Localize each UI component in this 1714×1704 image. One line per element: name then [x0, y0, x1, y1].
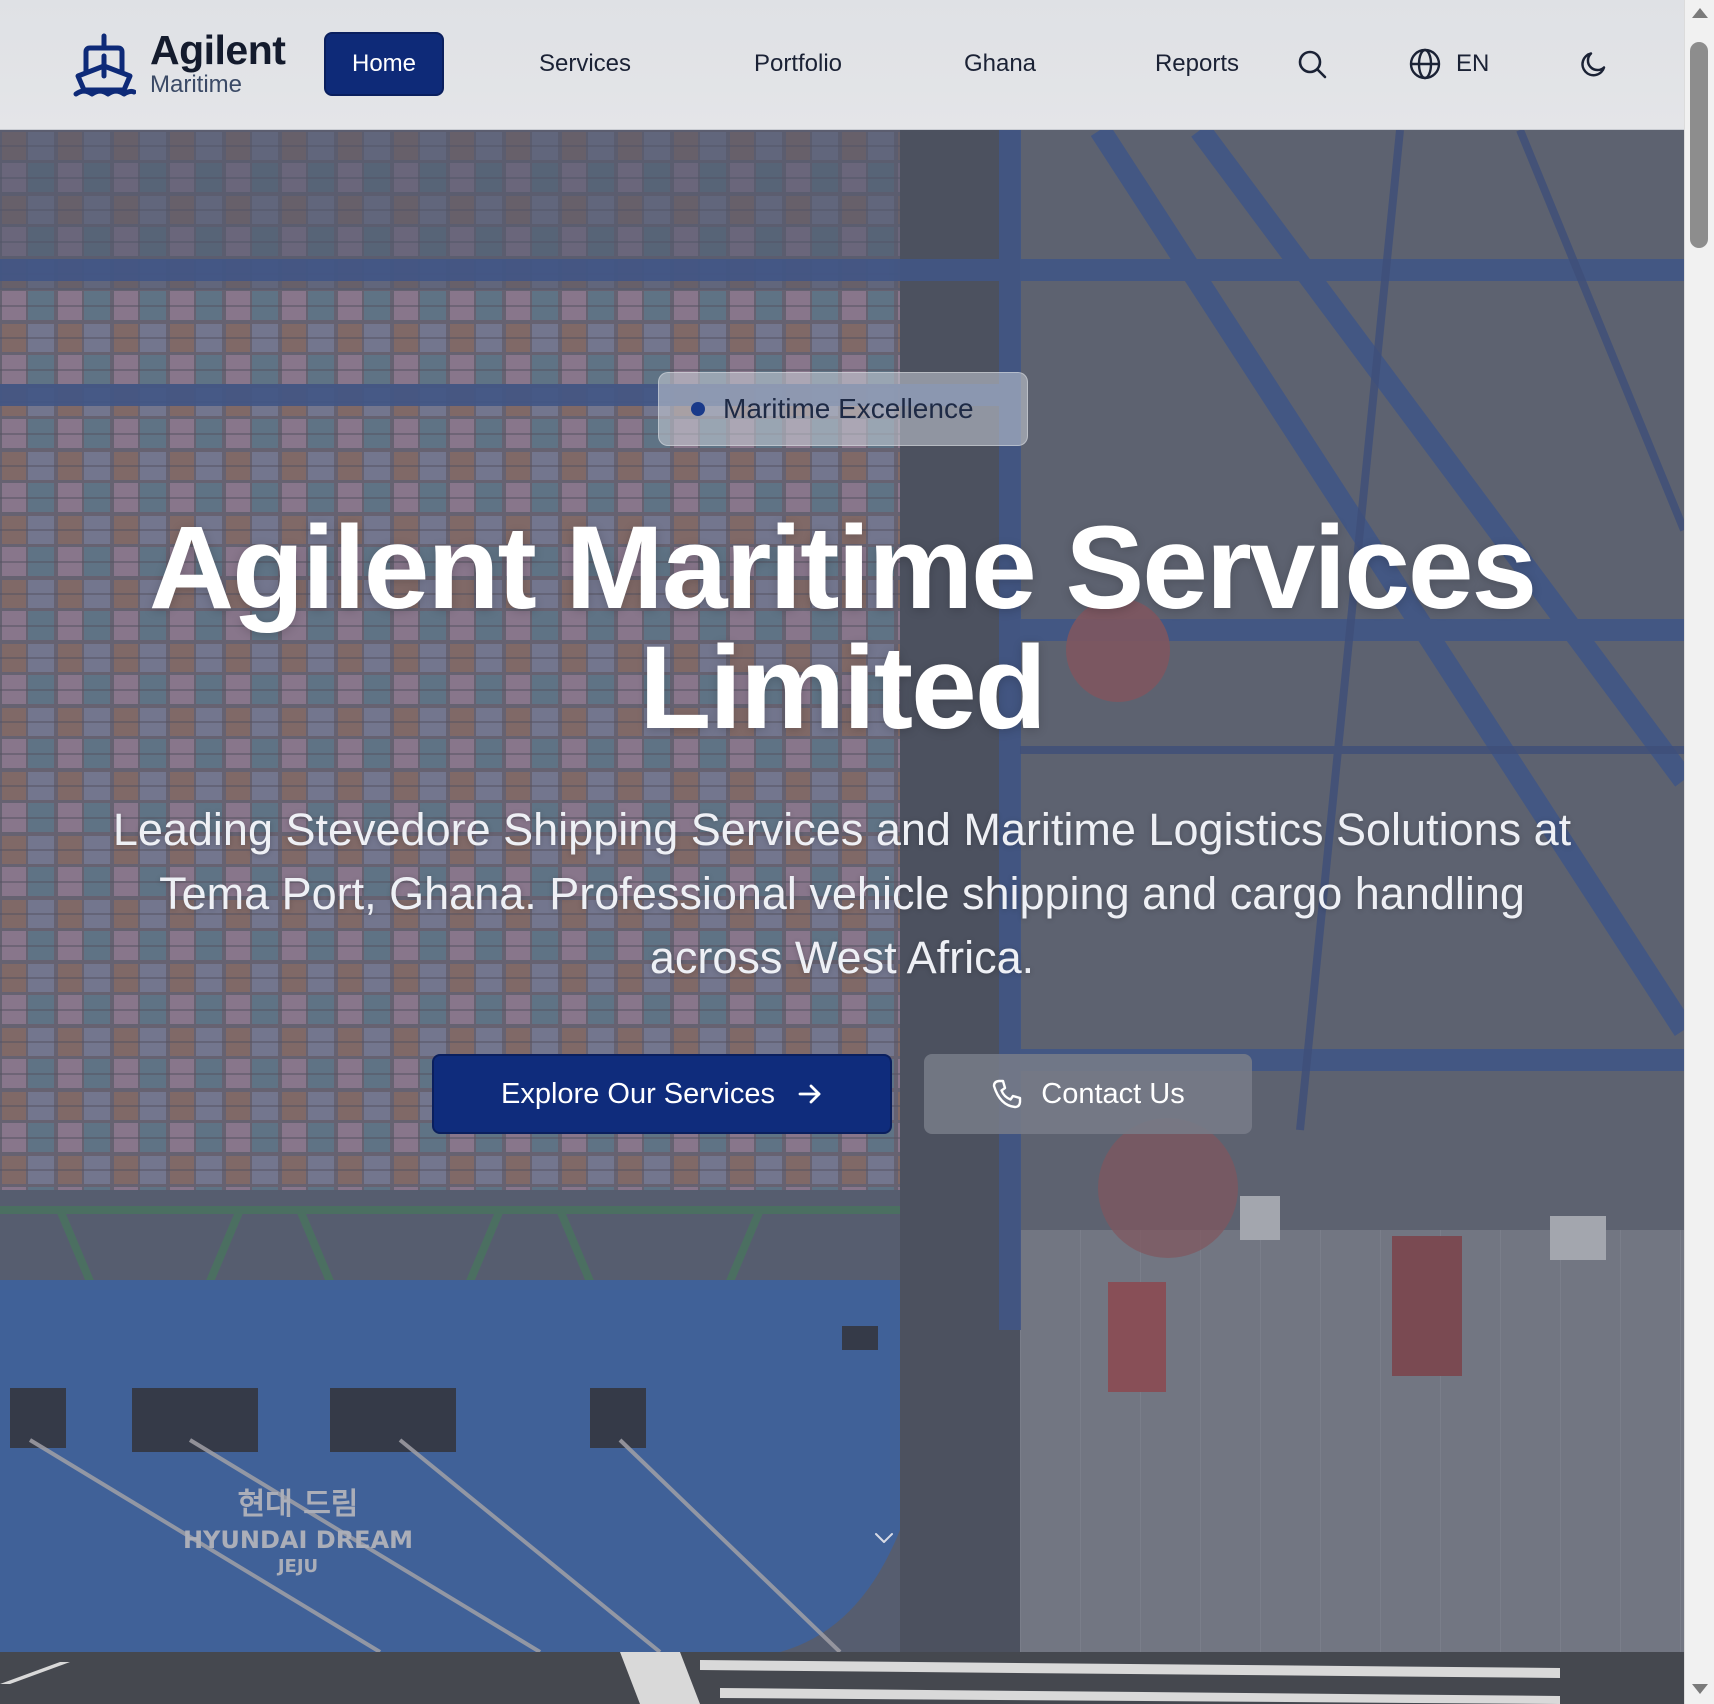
hero-badge: Maritime Excellence [658, 372, 1028, 446]
scroll-up-arrow-icon[interactable] [1692, 8, 1708, 18]
badge-dot-icon [691, 402, 705, 416]
ship-icon [73, 33, 136, 96]
explore-services-label: Explore Our Services [501, 1077, 775, 1110]
nav-home[interactable]: Home [324, 32, 444, 96]
language-switcher[interactable]: EN [1408, 40, 1489, 88]
explore-services-button[interactable]: Explore Our Services [432, 1054, 892, 1134]
phone-icon [991, 1078, 1023, 1110]
brand-tagline: Maritime [150, 71, 243, 98]
road-markings-image [0, 1652, 1684, 1704]
arrow-right-icon [797, 1081, 823, 1107]
hero-badge-label: Maritime Excellence [723, 393, 974, 424]
hero-subtitle: Leading Stevedore Shipping Services and … [40, 798, 1644, 990]
nav-services[interactable]: Services [520, 32, 650, 96]
scroll-down-arrow-icon[interactable] [1692, 1684, 1708, 1694]
site-header: Agilent Maritime Home Services Portfolio… [0, 0, 1684, 130]
nav-portfolio[interactable]: Portfolio [738, 32, 858, 96]
nav-ghana[interactable]: Ghana [950, 32, 1050, 96]
nav-reports[interactable]: Reports [1142, 32, 1252, 96]
hero-subtitle-line-3: across West Africa. [649, 932, 1035, 983]
search-icon [1298, 50, 1327, 79]
hero-title: Agilent Maritime Services Limited [60, 508, 1624, 748]
hero-title-line-1: Agilent Maritime Services [148, 502, 1537, 634]
hero-title-line-2: Limited [639, 622, 1047, 754]
scrollbar-thumb[interactable] [1690, 42, 1708, 248]
brand-logo[interactable]: Agilent Maritime [72, 27, 286, 99]
hero-subtitle-line-1: Leading Stevedore Shipping Services and … [112, 804, 1572, 855]
globe-icon [1409, 48, 1441, 80]
page-scrollbar[interactable] [1684, 0, 1714, 1704]
contact-us-label: Contact Us [1041, 1077, 1185, 1110]
next-section-peek [0, 1652, 1684, 1704]
language-label: EN [1456, 50, 1490, 77]
search-button[interactable] [1290, 42, 1334, 86]
moon-icon [1581, 52, 1606, 77]
hero-subtitle-line-2: Tema Port, Ghana. Professional vehicle s… [159, 868, 1525, 919]
brand-name: Agilent [150, 27, 286, 73]
scroll-down-chevron-icon[interactable] [872, 1526, 896, 1550]
contact-us-button[interactable]: Contact Us [924, 1054, 1252, 1134]
theme-toggle-button[interactable] [1572, 42, 1616, 86]
